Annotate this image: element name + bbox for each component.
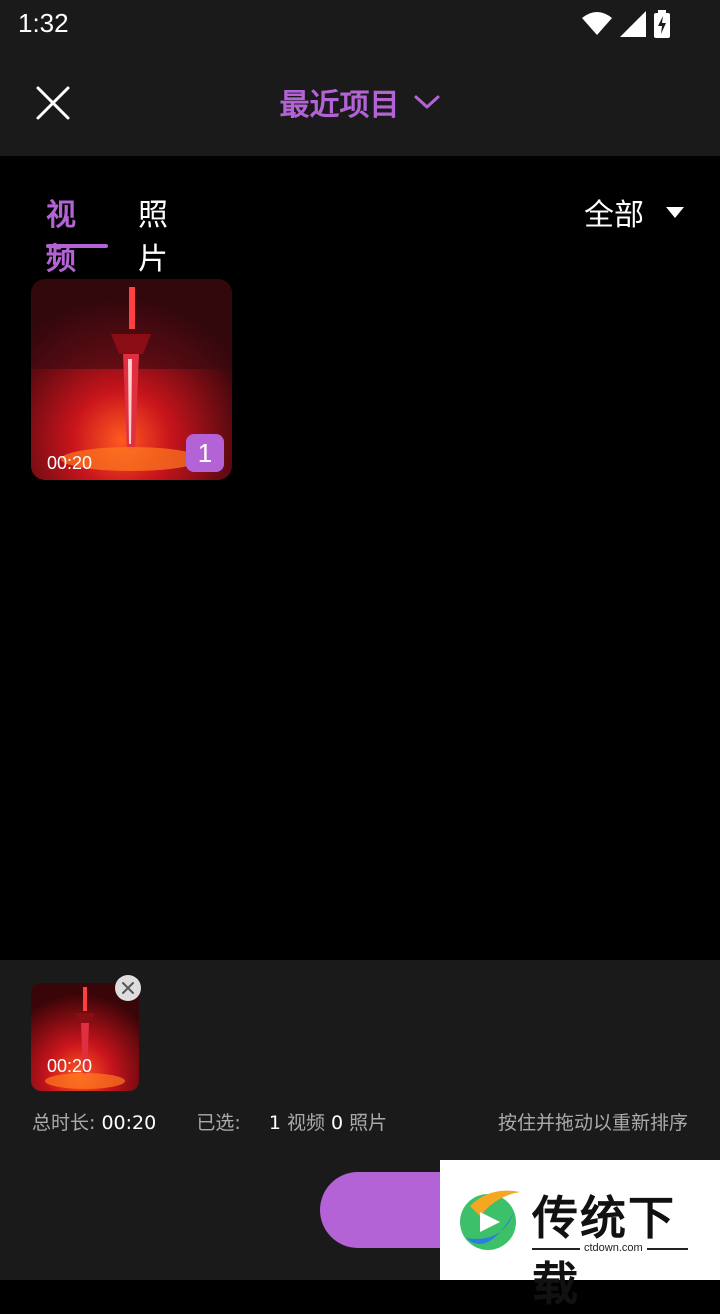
chevron-down-icon (414, 95, 440, 109)
selected-photo-label: 照片 (349, 1112, 388, 1134)
wifi-icon (582, 12, 612, 35)
page-title: 最近项目 (279, 88, 400, 123)
filter-dropdown[interactable]: 全部 (584, 190, 684, 234)
selected-video-count: 1 (268, 1112, 281, 1134)
watermark: 传统下载 ctdown.com (440, 1160, 720, 1311)
total-duration-value: 00:20 (101, 1112, 157, 1134)
selection-summary: 总时长: 00:20 已选: 1 视频 0 照片 (32, 1108, 387, 1135)
reorder-hint: 按住并拖动以重新排序 (497, 1112, 688, 1134)
tab-underline (46, 244, 108, 248)
tab-photo[interactable]: 照片 (138, 190, 168, 278)
status-icons (582, 10, 670, 38)
battery-icon (654, 10, 670, 38)
tab-video[interactable]: 视频 (46, 190, 76, 278)
video-duration: 00:20 (47, 453, 93, 473)
filter-label: 全部 (584, 198, 644, 233)
album-selector[interactable]: 最近项目 (0, 80, 720, 124)
total-duration-label: 总时长: (32, 1112, 96, 1134)
header: 最近项目 (0, 50, 720, 156)
selected-label: 已选: (196, 1112, 241, 1134)
signal-icon (620, 11, 646, 37)
status-bar: 1:32 (0, 0, 720, 50)
selection-badge: 1 (186, 434, 224, 472)
remove-selected-button[interactable] (115, 975, 141, 1001)
selected-video-label: 视频 (286, 1112, 325, 1134)
media-item[interactable]: 00:20 1 (31, 279, 232, 480)
selected-photo-count: 0 (331, 1112, 344, 1134)
close-icon (122, 982, 134, 994)
selected-duration: 00:20 (47, 1056, 93, 1076)
watermark-logo-icon (460, 1190, 520, 1250)
caret-down-icon (666, 206, 684, 218)
status-time: 1:32 (18, 8, 69, 38)
watermark-subtitle: ctdown.com (580, 1242, 647, 1254)
